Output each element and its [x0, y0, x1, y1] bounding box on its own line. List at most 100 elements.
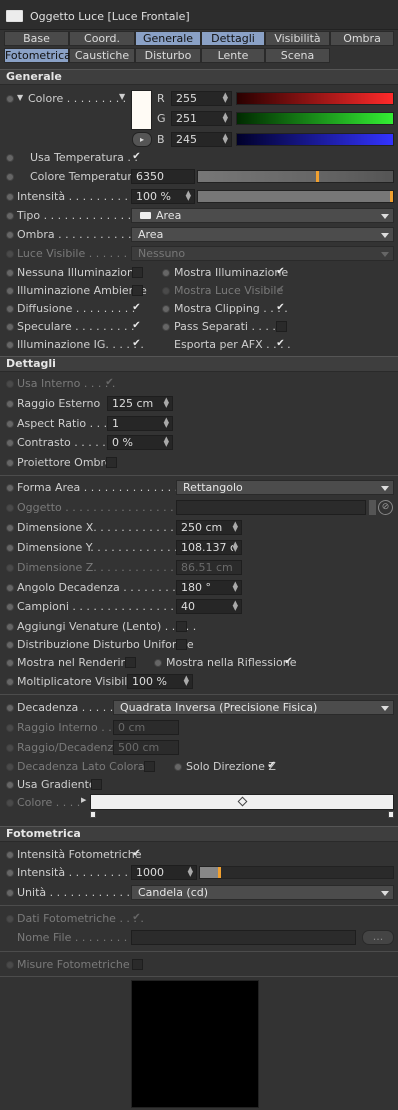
tab-base[interactable]: Base: [4, 31, 69, 46]
animation-dot[interactable]: [6, 173, 14, 181]
animation-dot[interactable]: [6, 704, 14, 712]
animation-dot[interactable]: [6, 287, 14, 295]
animation-dot[interactable]: [154, 659, 162, 667]
animation-dot[interactable]: [6, 212, 14, 220]
animation-dot[interactable]: [6, 420, 14, 428]
illuminazione-ig-checkbox[interactable]: ✔: [131, 339, 142, 350]
animation-dot[interactable]: [162, 323, 170, 331]
foto-intensita-slider[interactable]: [199, 866, 394, 879]
foto-intensita-row: Intensità . . . . . . . . . . 1000 ▲ ▼: [0, 864, 398, 882]
aggiungi-venature-checkbox[interactable]: [176, 621, 187, 632]
decadenza-dropdown[interactable]: Quadrata Inversa (Precisione Fisica): [113, 700, 394, 715]
gradient-left-knot[interactable]: [90, 811, 96, 818]
animation-dot[interactable]: [6, 781, 14, 789]
animation-dot[interactable]: [6, 484, 14, 492]
tab-generale[interactable]: Generale: [135, 31, 201, 46]
tab-ombra[interactable]: Ombra: [330, 31, 394, 46]
intensita-slider[interactable]: [197, 190, 394, 203]
animation-dot[interactable]: [6, 154, 14, 162]
aspect-ratio-field[interactable]: 1 ▲ ▼: [107, 416, 173, 431]
expand-arrow-icon[interactable]: ▶: [81, 796, 86, 804]
tab-disturbo[interactable]: Disturbo: [135, 48, 201, 63]
contrasto-field[interactable]: 0 % ▲ ▼: [107, 435, 173, 450]
tab-dettagli[interactable]: Dettagli: [201, 31, 265, 46]
tab-coord[interactable]: Coord.: [69, 31, 135, 46]
mostra-riflessione-checkbox[interactable]: ✔: [283, 657, 294, 668]
animation-dot[interactable]: [6, 439, 14, 447]
ombra-dropdown[interactable]: Area: [131, 227, 394, 242]
raggio-esterno-field[interactable]: 125 cm ▲ ▼: [107, 396, 173, 411]
tab-visibilita[interactable]: Visibilità: [265, 31, 330, 46]
animation-dot[interactable]: [6, 603, 14, 611]
gradient-right-knot[interactable]: [388, 811, 394, 818]
object-title: Oggetto Luce [Luce Frontale]: [30, 10, 190, 23]
dimensione-y-field[interactable]: 108.137 cı ▲ ▼: [176, 540, 242, 555]
angolo-decadenza-field[interactable]: 180 ° ▲ ▼: [176, 580, 242, 595]
animation-dot[interactable]: [174, 763, 182, 771]
mostra-rendering-checkbox[interactable]: [125, 657, 136, 668]
colore-temperatura-slider[interactable]: [197, 170, 394, 183]
speculare-checkbox[interactable]: ✔: [131, 321, 142, 332]
usa-gradiente-checkbox[interactable]: [91, 779, 102, 790]
color-picker-button[interactable]: ▸: [132, 132, 152, 147]
solo-direzione-z-label: Solo Direzione Z: [186, 760, 276, 773]
animation-dot[interactable]: [6, 544, 14, 552]
expand-arrow-icon[interactable]: ▼: [17, 93, 23, 102]
gradient-bar[interactable]: [90, 794, 394, 810]
mostra-illuminazione-checkbox[interactable]: ✔: [275, 267, 286, 278]
animation-dot[interactable]: [162, 305, 170, 313]
b-field[interactable]: 245 ▲ ▼: [171, 132, 232, 147]
usa-temperatura-checkbox[interactable]: ✔: [131, 152, 142, 163]
animation-dot[interactable]: [6, 193, 14, 201]
animation-dot[interactable]: [6, 95, 14, 103]
r-slider[interactable]: [236, 92, 394, 105]
g-field[interactable]: 251 ▲ ▼: [171, 111, 232, 126]
intensita-fotometriche-checkbox[interactable]: ✔: [131, 849, 142, 860]
b-slider[interactable]: [236, 133, 394, 146]
animation-dot[interactable]: [6, 524, 14, 532]
animation-dot[interactable]: [6, 869, 14, 877]
tab-caustiche[interactable]: Caustiche: [69, 48, 135, 63]
distribuzione-checkbox[interactable]: [176, 639, 187, 650]
nessuna-illuminazione-checkbox[interactable]: [132, 267, 143, 278]
intensita-field[interactable]: 100 % ▲ ▼: [131, 189, 195, 204]
r-field[interactable]: 255 ▲ ▼: [171, 91, 232, 106]
animation-dot[interactable]: [6, 459, 14, 467]
animation-dot[interactable]: [6, 641, 14, 649]
animation-dot[interactable]: [6, 305, 14, 313]
tab-lente[interactable]: Lente: [201, 48, 265, 63]
solo-direzione-z-checkbox[interactable]: ✔: [266, 761, 277, 772]
animation-dot[interactable]: [6, 231, 14, 239]
foto-intensita-field[interactable]: 1000 ▲ ▼: [131, 865, 197, 880]
tipo-dropdown[interactable]: Area: [131, 208, 394, 223]
mostra-clipping-checkbox[interactable]: ✔: [275, 303, 286, 314]
tab-fotometrica[interactable]: Fotometrica: [4, 48, 71, 63]
dimensione-x-field[interactable]: 250 cm ▲ ▼: [176, 520, 242, 535]
moltiplicatore-field[interactable]: 100 % ▲ ▼: [127, 674, 193, 689]
forma-area-dropdown[interactable]: Rettangolo: [176, 480, 394, 495]
animation-dot[interactable]: [6, 851, 14, 859]
animation-dot[interactable]: [6, 341, 14, 349]
g-slider[interactable]: [236, 112, 394, 125]
animation-dot[interactable]: [6, 659, 14, 667]
illuminazione-ambiente-checkbox[interactable]: [132, 285, 143, 296]
animation-dot[interactable]: [6, 678, 14, 686]
gradient-midpoint-handle[interactable]: [237, 796, 248, 807]
tab-scena[interactable]: Scena: [265, 48, 330, 63]
animation-dot[interactable]: [162, 269, 170, 277]
animation-dot[interactable]: [6, 269, 14, 277]
animation-dot[interactable]: [6, 400, 14, 408]
color-menu-icon[interactable]: ▼: [119, 92, 125, 101]
colore-temperatura-field[interactable]: 6350: [131, 169, 195, 184]
animation-dot[interactable]: [6, 584, 14, 592]
animation-dot[interactable]: [6, 323, 14, 331]
animation-dot[interactable]: [6, 889, 14, 897]
campioni-field[interactable]: 40 ▲ ▼: [176, 599, 242, 614]
pass-separati-checkbox[interactable]: [276, 321, 287, 332]
diffusione-checkbox[interactable]: ✔: [131, 303, 142, 314]
esporta-afx-checkbox[interactable]: ✔: [275, 339, 286, 350]
proiettore-ombre-checkbox[interactable]: [106, 457, 117, 468]
animation-dot[interactable]: [6, 623, 14, 631]
pick-object-icon[interactable]: ⊘: [378, 500, 393, 515]
unita-dropdown[interactable]: Candela (cd): [131, 885, 394, 900]
